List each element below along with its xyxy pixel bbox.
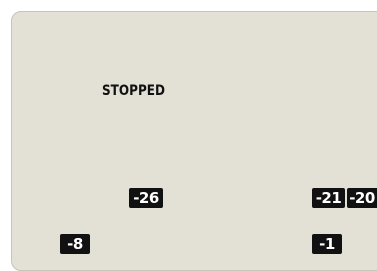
marker-badge-8[interactable]: -8 xyxy=(60,234,90,254)
marker-badge-21[interactable]: -21 xyxy=(312,188,345,208)
status-label: STOPPED xyxy=(102,83,165,99)
marker-badge-1[interactable]: -1 xyxy=(312,234,342,254)
marker-badge-20[interactable]: -20 xyxy=(347,188,377,208)
marker-badge-26[interactable]: -26 xyxy=(129,188,163,208)
stream-panel xyxy=(11,11,377,271)
